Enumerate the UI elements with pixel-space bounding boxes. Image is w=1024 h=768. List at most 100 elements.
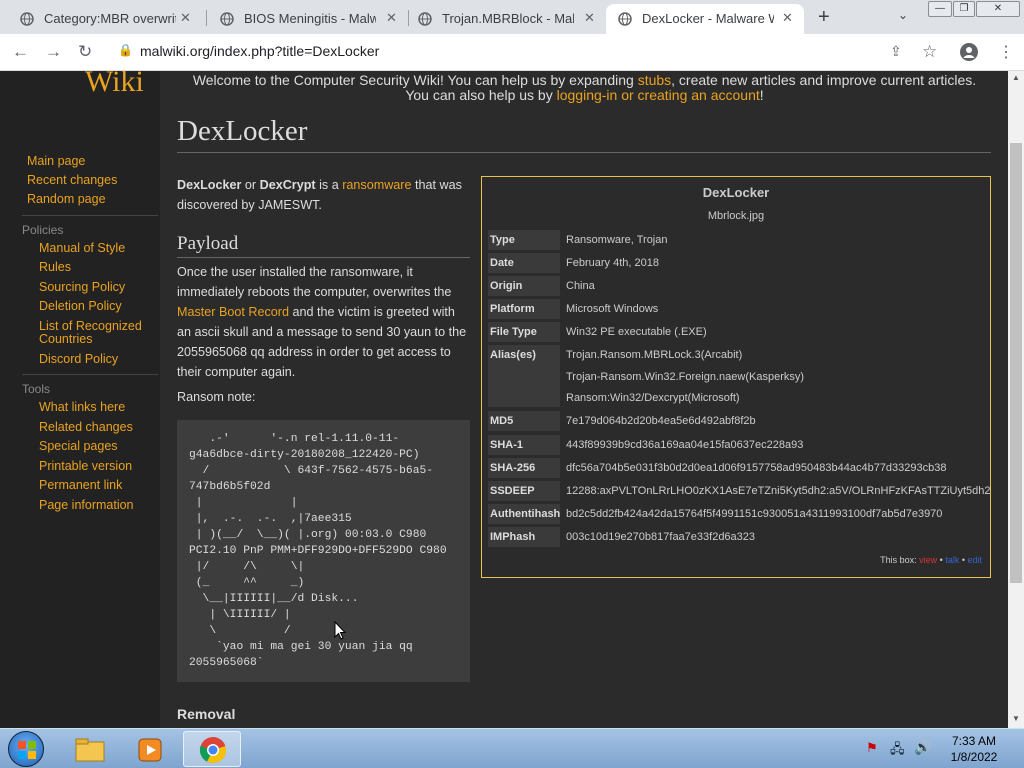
- infobox-value: 443f89939b9cd36a169aa04e15fa0637ec228a93: [566, 439, 804, 451]
- sidebar-item-random-page[interactable]: Random page: [27, 193, 106, 206]
- infobox-key: Origin: [488, 276, 560, 296]
- scrollbar-thumb[interactable]: [1010, 143, 1022, 583]
- infobox-value: February 4th, 2018: [566, 257, 659, 269]
- media-player-taskbar-button[interactable]: [122, 731, 178, 767]
- notice-text: !: [759, 87, 764, 103]
- site-logo[interactable]: Wiki: [85, 71, 144, 99]
- sidebar-item-deletion-policy[interactable]: Deletion Policy: [39, 300, 122, 313]
- page: Wiki Main page Recent changes Random pag…: [0, 71, 1008, 728]
- infobox-key: SHA-256: [488, 458, 560, 478]
- new-tab-icon[interactable]: +: [818, 6, 830, 29]
- infobox-value: Ransomware, Trojan: [566, 234, 668, 246]
- infobox-key: IMPhash: [488, 527, 560, 547]
- ransomware-link[interactable]: ransomware: [342, 178, 411, 192]
- network-icon[interactable]: 🖧: [890, 740, 905, 762]
- infobox-value: China: [566, 280, 595, 292]
- tab-trojan-mbrblock[interactable]: Trojan.MBRBlock - Malwa ✕: [398, 4, 603, 34]
- chrome-taskbar-button[interactable]: [183, 731, 241, 767]
- taskbar: ⚑ 🖧 🔊 7:33 AM 1/8/2022: [0, 728, 1024, 768]
- close-icon[interactable]: ✕: [386, 10, 397, 26]
- menu-icon[interactable]: ⋮: [998, 42, 1014, 62]
- stubs-link[interactable]: stubs: [638, 72, 671, 88]
- sidebar-item-manual-of-style[interactable]: Manual of Style: [39, 242, 125, 255]
- sidebar-item-discord-policy[interactable]: Discord Policy: [39, 353, 118, 366]
- infobox-value: Ransom:Win32/Dexcrypt(Microsoft): [566, 392, 740, 404]
- divider: [22, 215, 158, 216]
- ransom-note-text: .-' '-.n rel-1.11.0-11- g4a6dbce-dirty-2…: [189, 433, 447, 669]
- infobox-value: Trojan-Ransom.Win32.Foreign.naew(Kasperk…: [566, 371, 805, 383]
- tab-title: Trojan.MBRBlock - Malwa: [442, 11, 574, 26]
- scroll-down-icon[interactable]: ▼: [1012, 714, 1020, 723]
- share-icon[interactable]: ⇪: [890, 43, 902, 60]
- sidebar-item-main-page[interactable]: Main page: [27, 155, 85, 168]
- minimize-button[interactable]: —: [928, 1, 952, 17]
- sidebar: Wiki Main page Recent changes Random pag…: [0, 71, 160, 728]
- back-icon[interactable]: ←: [12, 42, 29, 62]
- close-icon[interactable]: ✕: [180, 10, 191, 26]
- talk-link[interactable]: talk: [945, 555, 959, 565]
- edit-link[interactable]: edit: [967, 555, 982, 565]
- sidebar-item-rules[interactable]: Rules: [39, 261, 71, 274]
- infobox-key: File Type: [488, 322, 560, 342]
- content: Welcome to the Computer Security Wiki! Y…: [161, 71, 1008, 728]
- infobox-key: MD5: [488, 411, 560, 431]
- text: is a: [315, 178, 343, 192]
- chevron-down-icon[interactable]: ⌄: [898, 8, 908, 22]
- page-title: DexLocker: [177, 115, 308, 147]
- sidebar-item-related-changes[interactable]: Related changes: [39, 421, 133, 434]
- media-player-icon: [138, 738, 162, 762]
- infobox-value: dfc56a704b5e031f3b0d2d0ea1d06f9157758ad9…: [566, 462, 947, 474]
- globe-icon: [618, 12, 632, 26]
- divider: [177, 257, 470, 258]
- sidebar-item-printable-version[interactable]: Printable version: [39, 460, 132, 473]
- notice-text: Welcome to the Computer Security Wiki! Y…: [192, 72, 638, 88]
- tab-bios-meningitis[interactable]: BIOS Meningitis - Malwar ✕: [200, 4, 405, 34]
- sidebar-item-what-links-here[interactable]: What links here: [39, 401, 125, 414]
- reload-icon[interactable]: ↻: [78, 42, 92, 62]
- lock-icon[interactable]: 🔒: [118, 43, 133, 57]
- site-notice: Welcome to the Computer Security Wiki! Y…: [161, 73, 1008, 103]
- divider: [177, 152, 991, 153]
- sidebar-item-permanent-link[interactable]: Permanent link: [39, 479, 122, 492]
- clock[interactable]: 7:33 AM 1/8/2022: [944, 733, 1004, 765]
- infobox-value: 7e179d064b2d20b4ea5e6d492abf8f2b: [566, 415, 756, 427]
- infobox-value: bd2c5dd2fb424a42da15764f5f4991151c930051…: [566, 508, 943, 520]
- sidebar-item-recent-changes[interactable]: Recent changes: [27, 174, 117, 187]
- start-button[interactable]: [8, 731, 44, 767]
- intro-paragraph: DexLocker or DexCrypt is a ransomware th…: [177, 175, 467, 215]
- bold-term: DexLocker: [177, 178, 242, 192]
- tab-title: DexLocker - Malware Wik: [642, 11, 774, 26]
- view-link[interactable]: view: [919, 555, 937, 565]
- close-icon[interactable]: ✕: [782, 10, 793, 26]
- profile-icon[interactable]: [960, 43, 978, 61]
- tab-category-mbr[interactable]: Category:MBR overwritin ✕: [0, 4, 205, 34]
- action-center-icon[interactable]: ⚑: [866, 740, 878, 756]
- mbr-link[interactable]: Master Boot Record: [177, 305, 289, 319]
- infobox-title: DexLocker: [702, 185, 770, 200]
- login-link[interactable]: logging-in or creating an account: [557, 87, 760, 103]
- volume-icon[interactable]: 🔊: [914, 739, 931, 756]
- url-text[interactable]: malwiki.org/index.php?title=DexLocker: [140, 43, 379, 59]
- text: or: [241, 178, 260, 192]
- bold-term: DexCrypt: [259, 178, 316, 192]
- close-icon[interactable]: ✕: [584, 10, 595, 26]
- forward-icon[interactable]: →: [45, 42, 62, 62]
- divider: [22, 374, 158, 375]
- sidebar-item-page-information[interactable]: Page information: [39, 499, 134, 512]
- star-icon[interactable]: ☆: [922, 42, 937, 62]
- scroll-up-icon[interactable]: ▲: [1012, 73, 1020, 82]
- folder-icon: [75, 738, 105, 762]
- explorer-taskbar-button[interactable]: [62, 731, 118, 767]
- maximize-button[interactable]: ❐: [953, 1, 975, 17]
- sidebar-item-recognized-countries[interactable]: List of Recognized Countries: [39, 320, 151, 346]
- infobox-image-caption[interactable]: Mbrlock.jpg: [482, 210, 990, 222]
- infobox-footer: This box: view • talk • edit: [880, 555, 982, 565]
- page-scrollbar[interactable]: ▲ ▼: [1008, 71, 1024, 728]
- tab-dexlocker[interactable]: DexLocker - Malware Wik ✕: [606, 4, 804, 34]
- sidebar-item-sourcing-policy[interactable]: Sourcing Policy: [39, 281, 125, 294]
- sidebar-heading-tools: Tools: [22, 382, 51, 396]
- infobox: DexLocker Mbrlock.jpg Type Ransomware, T…: [481, 176, 991, 578]
- tab-title: Category:MBR overwritin: [44, 11, 176, 26]
- sidebar-item-special-pages[interactable]: Special pages: [39, 440, 118, 453]
- close-window-button[interactable]: ✕: [976, 1, 1020, 17]
